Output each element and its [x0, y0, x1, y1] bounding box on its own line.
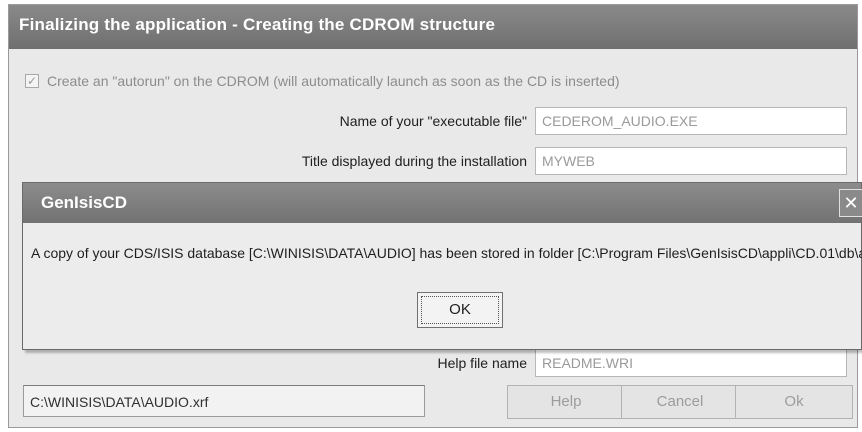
check-icon: ✓ [26, 74, 38, 88]
help-file-input[interactable]: README.WRI [535, 349, 847, 377]
close-icon[interactable]: ✕ [839, 189, 862, 217]
executable-file-label: Name of your "executable file" [339, 113, 527, 129]
message-dialog: GenIsisCD ✕ A copy of your CDS/ISIS data… [22, 182, 862, 350]
autorun-label: Create an "autorun" on the CDROM (will a… [47, 73, 620, 89]
dialog-message: A copy of your CDS/ISIS database [C:\WIN… [31, 245, 862, 261]
ok-button[interactable]: Ok [735, 385, 853, 419]
dialog-title: GenIsisCD [23, 183, 861, 223]
dialog-ok-button[interactable]: OK [417, 292, 503, 328]
help-file-label: Help file name [437, 355, 528, 371]
install-title-label: Title displayed during the installation [301, 153, 527, 169]
main-window-title: Finalizing the application - Creating th… [9, 5, 857, 49]
help-button[interactable]: Help [507, 385, 625, 419]
status-path: C:\WINISIS\DATA\AUDIO.xrf [23, 385, 425, 417]
autorun-option[interactable]: ✓ Create an "autorun" on the CDROM (will… [25, 71, 620, 91]
cancel-button[interactable]: Cancel [621, 385, 739, 419]
autorun-checkbox[interactable]: ✓ [25, 74, 39, 88]
install-title-input[interactable]: MYWEB [535, 147, 847, 175]
executable-file-input[interactable]: CEDEROM_AUDIO.EXE [535, 107, 847, 135]
